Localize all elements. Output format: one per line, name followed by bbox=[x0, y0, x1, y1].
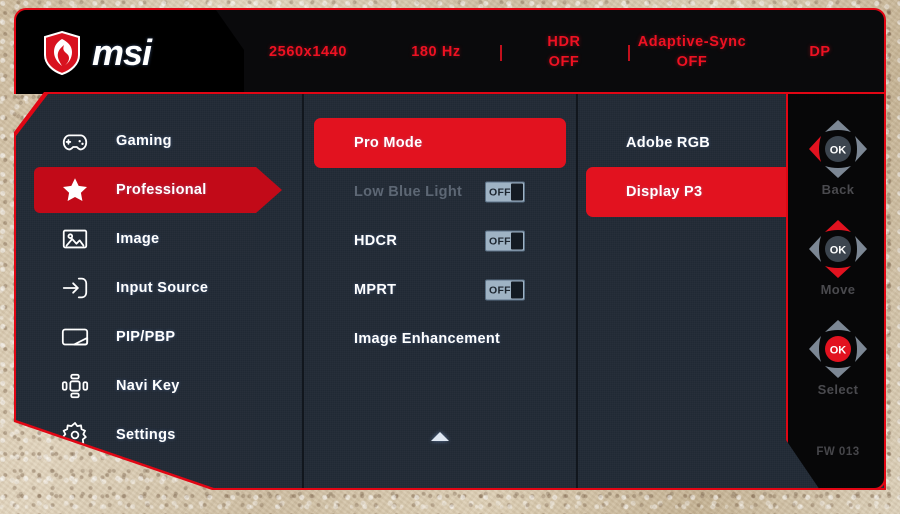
star-icon bbox=[56, 174, 94, 206]
nav-hint-caption: Select bbox=[817, 382, 859, 397]
picture-icon bbox=[56, 223, 94, 255]
toggle-knob bbox=[511, 183, 523, 201]
osd-header: msi 2560x1440 180 Hz HDR OFF Adaptive-Sync OF… bbox=[14, 8, 886, 94]
status-input-signal-value: DP bbox=[809, 44, 831, 61]
osd-body: Gaming Professional Image Input Source PIP/P… bbox=[14, 92, 886, 490]
sidebar-item-professional[interactable]: Professional bbox=[34, 167, 282, 213]
sidebar-item-pip-pbp[interactable]: PIP/PBP bbox=[34, 314, 282, 360]
toggle-switch[interactable]: OFF bbox=[485, 181, 525, 203]
nav-hint-select: OK Select bbox=[788, 318, 884, 397]
option-label: MPRT bbox=[354, 282, 397, 298]
status-strip: 2560x1440 180 Hz HDR OFF Adaptive-Sync OFF DP bbox=[244, 10, 884, 94]
toggle-state-label: OFF bbox=[489, 186, 511, 198]
navi-key-icon bbox=[56, 370, 94, 402]
status-hdr-state: OFF bbox=[548, 54, 580, 70]
nav-hint-back: OK Back bbox=[788, 118, 884, 197]
status-resolution: 2560x1440 bbox=[244, 43, 372, 63]
option-label: Image Enhancement bbox=[354, 331, 501, 347]
option-row-image-enhancement[interactable]: Image Enhancement bbox=[314, 314, 566, 364]
value-label: Display P3 bbox=[626, 184, 703, 200]
sidebar-item-label: Navi Key bbox=[116, 378, 180, 394]
dpad-icon: OK bbox=[807, 318, 869, 380]
dpad-icon: OK bbox=[807, 118, 869, 180]
sidebar-item-navi-key[interactable]: Navi Key bbox=[34, 363, 282, 409]
status-resolution-value: 2560x1440 bbox=[269, 44, 347, 61]
status-refresh-rate-value: 180 Hz bbox=[411, 44, 461, 61]
svg-text:OK: OK bbox=[830, 245, 847, 257]
sidebar-item-label: Gaming bbox=[116, 133, 172, 149]
desktop-background: msi 2560x1440 180 Hz HDR OFF Adaptive-Sync OF… bbox=[0, 0, 900, 514]
option-row-pro-mode[interactable]: Pro Mode bbox=[314, 118, 566, 168]
status-refresh-rate: 180 Hz bbox=[372, 43, 500, 63]
nav-hint-caption: Back bbox=[821, 182, 855, 197]
sidebar-item-label: PIP/PBP bbox=[116, 329, 176, 345]
triangle-up-icon[interactable] bbox=[431, 432, 449, 441]
sidebar-item-input-source[interactable]: Input Source bbox=[34, 265, 282, 311]
option-row-hdcr[interactable]: HDCR OFF bbox=[314, 216, 566, 266]
nav-hint-caption: Move bbox=[820, 282, 856, 297]
sidebar-item-image[interactable]: Image bbox=[34, 216, 282, 262]
toggle-state-label: OFF bbox=[489, 235, 511, 247]
firmware-version: FW 013 bbox=[816, 446, 860, 458]
status-hdr: HDR OFF bbox=[500, 33, 628, 72]
nav-help-panel: OK Back OK Move OK Select FW 013 bbox=[786, 92, 886, 490]
status-adaptive-sync-value: Adaptive-Sync bbox=[637, 34, 747, 51]
option-label: Pro Mode bbox=[354, 135, 423, 151]
status-input-signal: DP bbox=[756, 43, 884, 63]
option-selection-highlight bbox=[314, 118, 566, 168]
option-label: Low Blue Light bbox=[354, 184, 463, 200]
svg-text:OK: OK bbox=[830, 145, 847, 157]
svg-text:OK: OK bbox=[830, 345, 847, 357]
option-row-mprt[interactable]: MPRT OFF bbox=[314, 265, 566, 315]
pip-pbp-icon bbox=[56, 321, 94, 353]
dpad-icon: OK bbox=[807, 218, 869, 280]
toggle-knob bbox=[511, 281, 523, 299]
msi-dragon-shield-icon bbox=[44, 31, 80, 75]
sidebar-item-settings[interactable]: Settings bbox=[34, 412, 282, 458]
toggle-switch[interactable]: OFF bbox=[485, 279, 525, 301]
menu-panel: Gaming Professional Image Input Source PIP/P… bbox=[16, 94, 884, 488]
sidebar-item-gaming[interactable]: Gaming bbox=[34, 118, 282, 164]
option-row-low-blue-light[interactable]: Low Blue Light OFF bbox=[314, 167, 566, 217]
msi-wordmark: msi bbox=[92, 32, 152, 73]
toggle-knob bbox=[511, 232, 523, 250]
gamepad-icon bbox=[56, 125, 94, 157]
sidebar-item-label: Settings bbox=[116, 427, 176, 443]
value-label: Adobe RGB bbox=[626, 135, 711, 151]
sidebar-item-label: Image bbox=[116, 231, 160, 247]
brand-block: msi bbox=[16, 10, 244, 94]
status-adaptive-sync: Adaptive-Sync OFF bbox=[628, 33, 756, 72]
option-label: HDCR bbox=[354, 233, 398, 249]
input-arrow-icon bbox=[56, 272, 94, 304]
sidebar-item-label: Professional bbox=[116, 182, 207, 198]
nav-hint-move: OK Move bbox=[788, 218, 884, 297]
status-adaptive-sync-state: OFF bbox=[676, 54, 708, 70]
toggle-switch[interactable]: OFF bbox=[485, 230, 525, 252]
osd-menu: msi 2560x1440 180 Hz HDR OFF Adaptive-Sync OF… bbox=[14, 8, 886, 490]
status-hdr-value: HDR bbox=[547, 34, 581, 51]
options-column: Pro Mode Low Blue Light OFF HDCR OFF MPRT OFF I… bbox=[304, 94, 576, 488]
sidebar-item-label: Input Source bbox=[116, 280, 209, 296]
toggle-state-label: OFF bbox=[489, 284, 511, 296]
sidebar-menu: Gaming Professional Image Input Source PIP/P… bbox=[16, 94, 302, 488]
